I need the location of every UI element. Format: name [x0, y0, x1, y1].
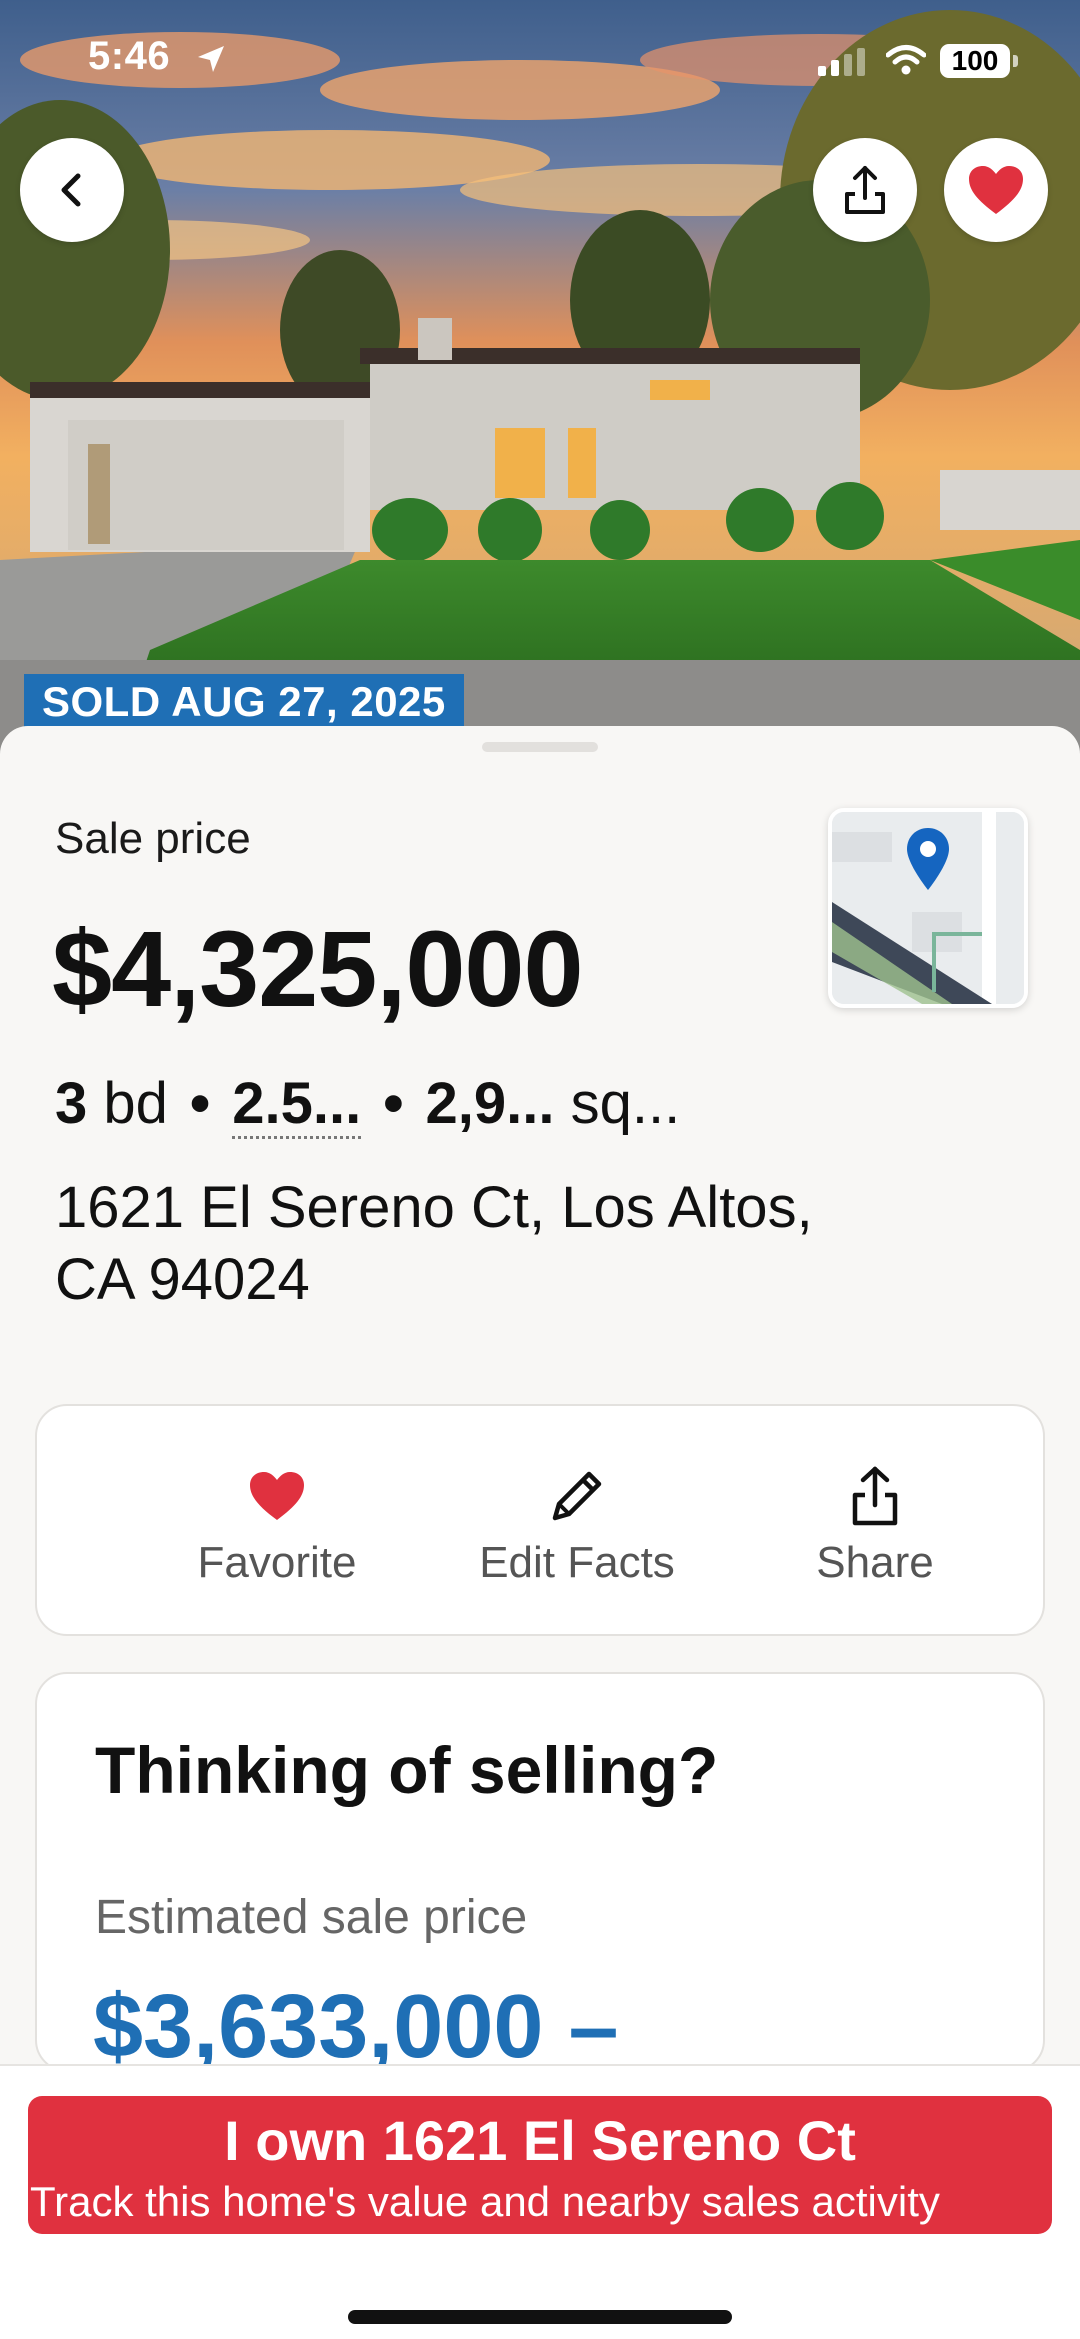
cta-subtitle: Track this home's value and nearby sales…	[30, 2178, 940, 2225]
sqft-value: 2,9...	[425, 1071, 555, 1136]
i-own-this-home-button[interactable]: I own 1621 El Sereno Ct Track this home'…	[28, 2096, 1052, 2234]
share-top-button[interactable]	[813, 138, 917, 242]
bottom-bar: I own 1621 El Sereno Ct Track this home'…	[0, 2064, 1080, 2339]
heart-icon	[250, 1472, 304, 1520]
thinking-of-selling-card[interactable]: Thinking of selling? Estimated sale pric…	[35, 1672, 1045, 2072]
beds-unit: bd	[103, 1071, 168, 1136]
status-bar: 5:46 100	[0, 0, 1080, 120]
estimated-sale-price-label: Estimated sale price	[95, 1891, 528, 1944]
back-icon	[61, 173, 81, 207]
favorite-top-button[interactable]	[944, 138, 1048, 242]
favorite-button[interactable]: Favorite	[157, 1464, 397, 1588]
share-label: Share	[816, 1538, 934, 1587]
address-line-1: 1621 El Sereno Ct, Los Altos,	[55, 1175, 813, 1240]
favorite-label: Favorite	[197, 1538, 357, 1587]
cta-title: I own 1621 El Sereno Ct	[224, 2109, 856, 2172]
sheet-grabber[interactable]	[482, 742, 598, 752]
actions-card: Favorite Edit Facts Share	[35, 1404, 1045, 1636]
beds-value: 3	[55, 1071, 88, 1136]
sale-price: $4,325,000	[52, 908, 584, 1029]
home-facts: 3 bd • 2.5... • 2,9... sq...	[55, 1070, 681, 1139]
details-sheet[interactable]: Sale price $4,325,000 3 bd • 2.5... • 2,9...…	[0, 726, 1080, 2072]
sold-badge: SOLD AUG 27, 2025	[24, 674, 464, 730]
location-arrow-icon	[198, 46, 224, 72]
back-button[interactable]	[20, 138, 124, 242]
edit-facts-label: Edit Facts	[479, 1538, 675, 1587]
map-pin-icon	[907, 828, 949, 890]
sale-price-label: Sale price	[55, 814, 251, 863]
edit-facts-button[interactable]: Edit Facts	[457, 1464, 697, 1588]
heart-icon	[969, 166, 1023, 214]
share-button[interactable]: Share	[755, 1464, 995, 1588]
sqft-unit: sq...	[570, 1071, 681, 1136]
address: 1621 El Sereno Ct, Los Altos, CA 94024	[55, 1172, 955, 1316]
signal-icon	[818, 48, 865, 76]
battery-indicator: 100	[940, 44, 1018, 78]
selling-title: Thinking of selling?	[95, 1733, 719, 1807]
baths-value[interactable]: 2.5...	[232, 1071, 362, 1139]
hero-photo[interactable]: 5:46 100 SOLD AUG 27, 2025	[0, 0, 1080, 760]
share-icon	[852, 1466, 898, 1526]
home-indicator[interactable]	[348, 2310, 732, 2324]
map-thumbnail[interactable]	[828, 808, 1028, 1008]
pencil-icon	[552, 1471, 602, 1521]
share-icon	[845, 166, 885, 214]
address-line-2: CA 94024	[55, 1247, 310, 1312]
estimated-sale-price-range: $3,633,000 –	[93, 1977, 619, 2072]
wifi-icon	[886, 45, 926, 75]
status-time: 5:46	[88, 34, 171, 78]
